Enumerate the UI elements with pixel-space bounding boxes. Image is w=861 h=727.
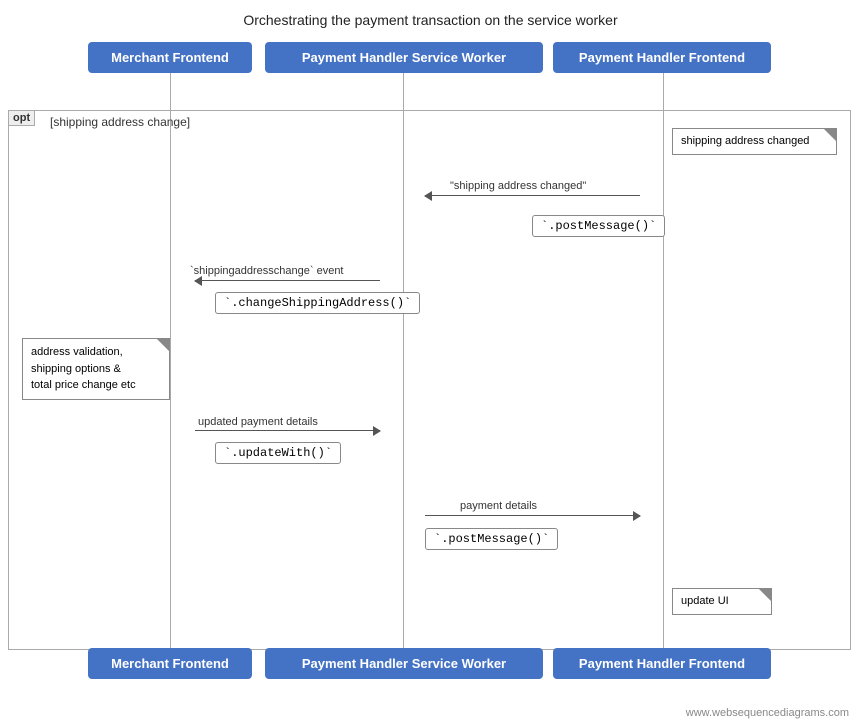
arrow-label-updated-payment-details: updated payment details xyxy=(198,416,318,428)
opt-label: opt xyxy=(8,110,35,126)
actor-service-worker-footer: Payment Handler Service Worker xyxy=(265,648,543,679)
code-update-with: `.updateWith()` xyxy=(215,442,341,464)
code-post-message-1: `.postMessage()` xyxy=(532,215,665,237)
code-post-message-2: `.postMessage()` xyxy=(425,528,558,550)
actor-merchant-footer: Merchant Frontend xyxy=(88,648,252,679)
note-update-ui: update UI xyxy=(672,588,772,615)
note-shipping-address-changed: shipping address changed xyxy=(672,128,837,155)
opt-condition: [shipping address change] xyxy=(50,115,190,129)
watermark: www.websequencediagrams.com xyxy=(686,707,849,719)
arrow-label-shipping-address-changed: "shipping address changed" xyxy=(450,180,586,192)
arrow-shipping-address-change-event xyxy=(195,280,380,281)
code-change-shipping-address: `.changeShippingAddress()` xyxy=(215,292,420,314)
diagram-container: Orchestrating the payment transaction on… xyxy=(0,0,861,727)
arrow-payment-details xyxy=(425,515,640,516)
note-address-validation: address validation,shipping options &tot… xyxy=(22,338,170,400)
diagram-title: Orchestrating the payment transaction on… xyxy=(0,0,861,36)
arrow-shipping-address-changed xyxy=(425,195,640,196)
arrow-label-shipping-address-change-event: `shippingaddresschange` event xyxy=(190,265,344,277)
actor-frontend-footer: Payment Handler Frontend xyxy=(553,648,771,679)
arrow-label-payment-details: payment details xyxy=(460,500,537,512)
actor-frontend-header: Payment Handler Frontend xyxy=(553,42,771,73)
actor-merchant-header: Merchant Frontend xyxy=(88,42,252,73)
arrow-updated-payment-details xyxy=(195,430,380,431)
actor-service-worker-header: Payment Handler Service Worker xyxy=(265,42,543,73)
